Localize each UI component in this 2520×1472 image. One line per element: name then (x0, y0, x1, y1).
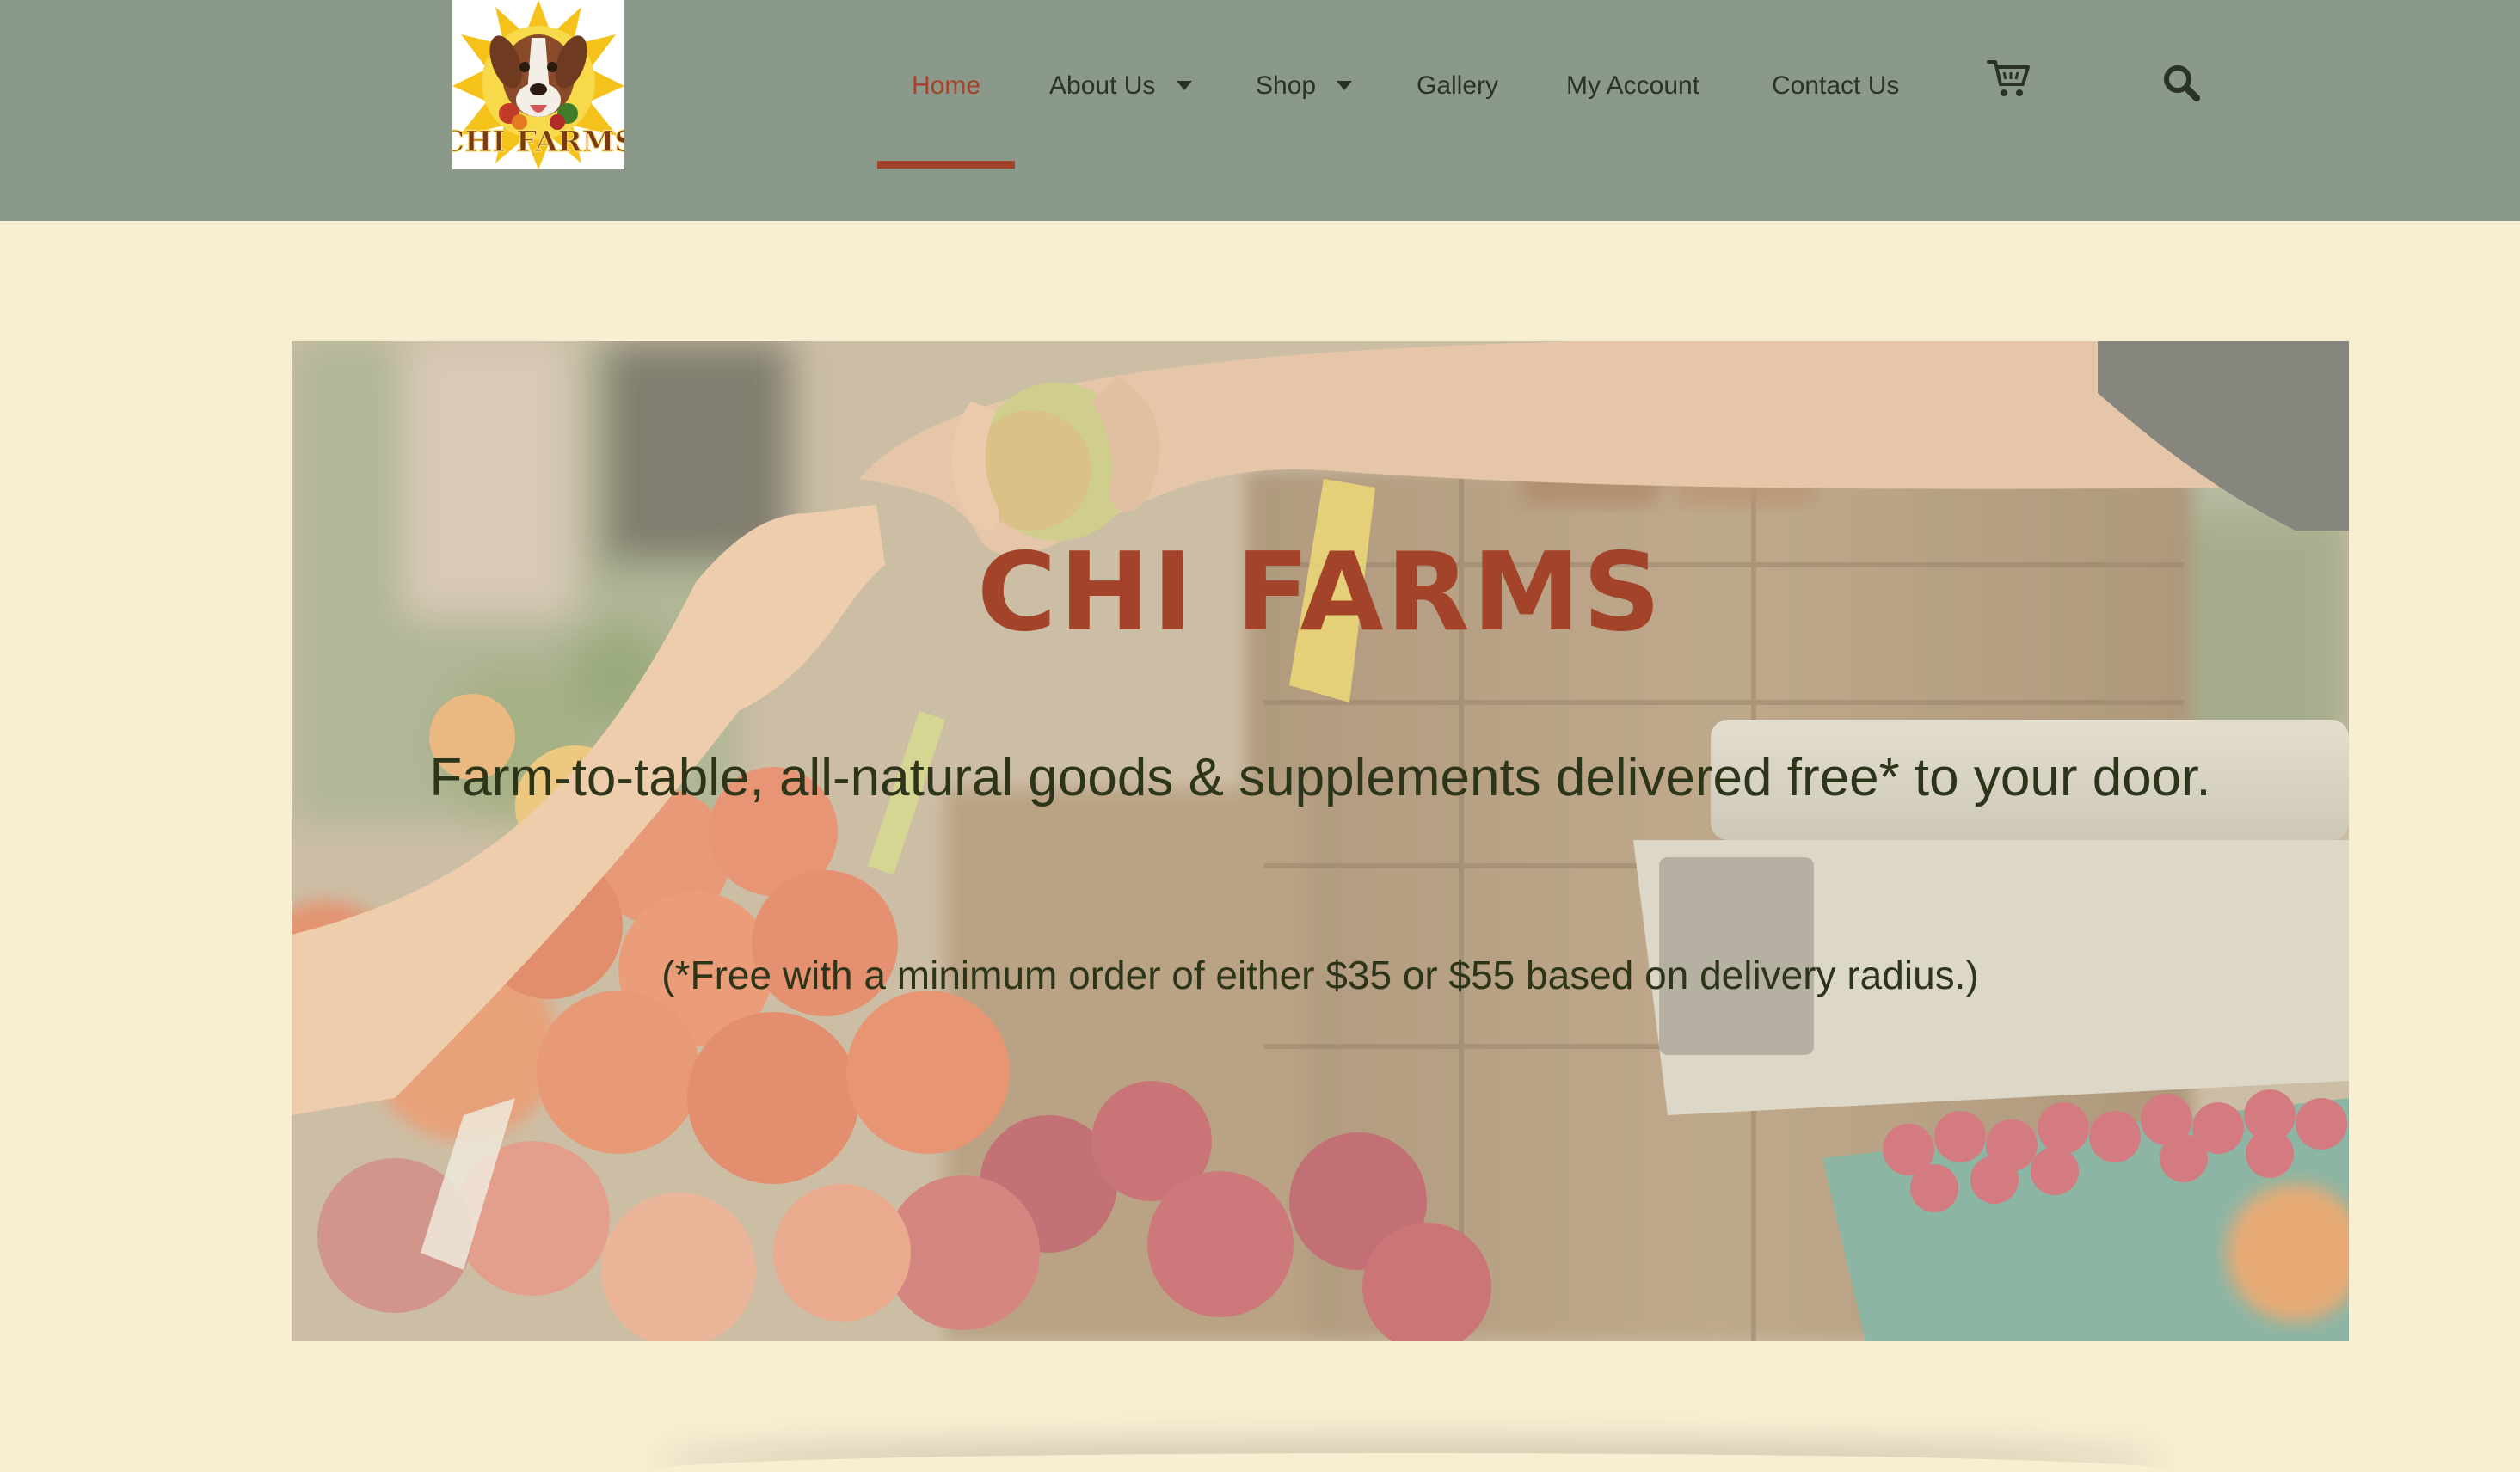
search-icon[interactable] (2160, 62, 2202, 103)
nav-item-gallery[interactable]: Gallery (1417, 52, 1498, 120)
shopping-cart-icon[interactable] (1987, 58, 2031, 100)
hero-tagline: Farm-to-table, all-natural goods & suppl… (429, 748, 2211, 807)
hero-overlay (292, 341, 2349, 1341)
nav-item-shop[interactable]: Shop (1256, 52, 1353, 120)
nav-item-label: About Us (1049, 71, 1156, 100)
hero-title: CHI FARMS (977, 529, 1663, 655)
nav-item-my-account[interactable]: My Account (1566, 52, 1699, 120)
nav-item-label: Contact Us (1772, 71, 1900, 100)
site-header: CHI FARMS Home About Us Shop Gallery My … (0, 0, 2520, 221)
caret-down-icon (1176, 80, 1192, 90)
next-section-shadow (654, 1453, 2167, 1472)
svg-text:CHI FARMS: CHI FARMS (452, 125, 624, 159)
nav-item-label: My Account (1566, 71, 1700, 100)
nav-item-label: Shop (1256, 71, 1317, 100)
nav-item-label: Home (912, 71, 981, 100)
free-delivery-note: (*Free with a minimum order of either $3… (661, 953, 1979, 997)
caret-down-icon (1337, 80, 1353, 90)
active-nav-indicator (877, 161, 1015, 169)
nav-item-about-us[interactable]: About Us (1049, 52, 1192, 120)
nav-item-label: Gallery (1417, 71, 1499, 100)
hero-banner: CHI FARMS Farm-to-table, all-natural goo… (292, 341, 2349, 1341)
site-logo[interactable]: CHI FARMS (452, 0, 624, 169)
nav-item-contact-us[interactable]: Contact Us (1772, 52, 1899, 120)
logo-image: CHI FARMS (452, 0, 624, 169)
nav-item-home[interactable]: Home (912, 52, 980, 120)
